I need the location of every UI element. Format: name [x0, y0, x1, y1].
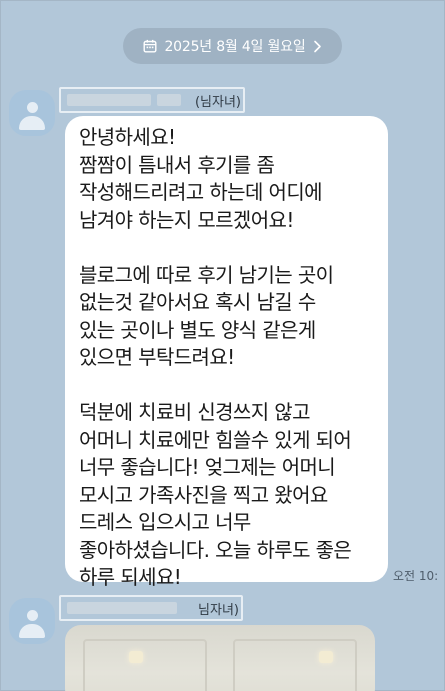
- sender-avatar[interactable]: [9, 598, 55, 644]
- redacted-name: [67, 94, 151, 106]
- message-line: 작성해드리려고 하는데 어디에: [79, 180, 323, 204]
- message-bubble[interactable]: 안녕하세요! 짬짬이 틈내서 후기를 좀 작성해드리려고 하는데 어디에 남겨야…: [65, 116, 388, 589]
- message-line: 하루 되세요!: [79, 565, 182, 589]
- message-line: 블로그에 따로 후기 남기는 곳이: [79, 262, 334, 287]
- message-line: 모시고 가족사진을 찍고 왔어요: [79, 482, 328, 507]
- message-line: 있는 곳이나 별도 양식 같은게: [79, 317, 316, 342]
- redacted-name: [157, 94, 181, 106]
- chevron-right-icon: [313, 40, 322, 53]
- message-line: 짬짬이 틈내서 후기를 좀: [79, 152, 275, 177]
- photo-attachment[interactable]: [65, 625, 375, 691]
- message-line: 있으면 부탁드려요!: [79, 345, 235, 369]
- lamp-icon: [319, 651, 333, 663]
- sender-suffix: 님자녀): [200, 94, 241, 110]
- sender-suffix: 님자녀): [198, 602, 239, 618]
- sender-avatar[interactable]: [9, 90, 55, 136]
- message-line: 안녕하세요!: [79, 125, 176, 149]
- message-time: 오전 10:: [393, 569, 439, 583]
- message-line: 어머니 치료에만 힘쓸수 있게 되어: [79, 427, 352, 452]
- message-line: 남겨야 하는지 모르겠어요!: [79, 207, 294, 232]
- message-line: 좋아하셨습니다. 오늘 하루도 좋은: [79, 537, 352, 562]
- message-line: 덕분에 치료비 신경쓰지 않고: [79, 400, 310, 424]
- redacted-name: [67, 602, 177, 614]
- sender-name: 님자녀): [59, 595, 243, 621]
- sender-name: (님자녀): [59, 87, 245, 113]
- date-divider[interactable]: 2025년 8월 4일 월요일: [123, 28, 342, 64]
- calendar-icon: [143, 39, 157, 53]
- message-line: 너무 좋습니다! 엊그제는 어머니: [79, 455, 336, 479]
- chat-screen: 2025년 8월 4일 월요일 (님자녀) 안녕하세요! 짬짬이 틈내서 후기를…: [0, 0, 445, 691]
- date-label: 2025년 8월 4일 월요일: [164, 39, 306, 55]
- message-line: 없는것 같아서요 혹시 남길 수: [79, 290, 316, 314]
- message-line: 드레스 입으시고 너무: [79, 510, 251, 534]
- lamp-icon: [129, 651, 143, 663]
